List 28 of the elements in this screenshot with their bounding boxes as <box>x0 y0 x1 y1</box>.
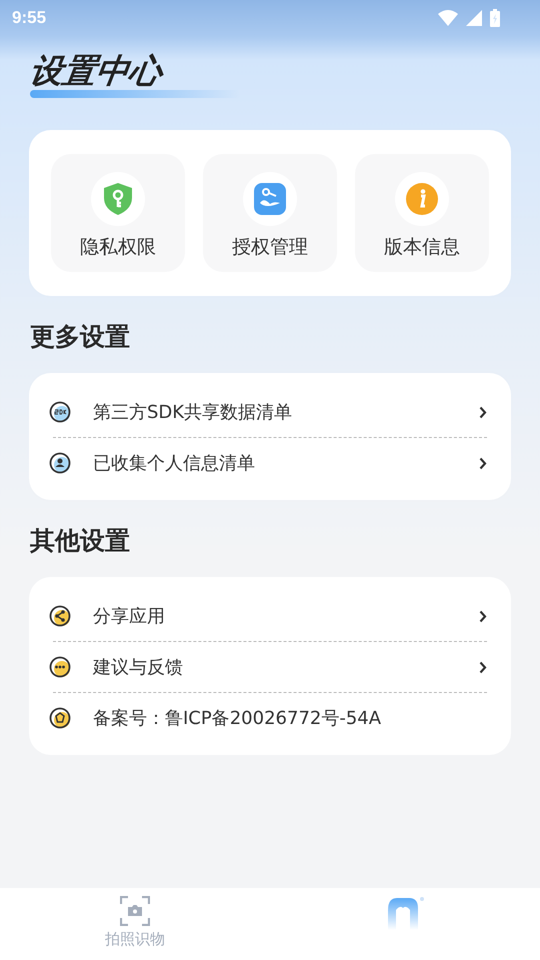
signal-icon <box>466 10 482 26</box>
chevron-icon <box>479 610 487 622</box>
clock: 9:55 <box>12 8 46 28</box>
list-item[interactable]: 分享应用 <box>49 591 487 641</box>
hand-key-icon <box>254 183 286 215</box>
battery-icon <box>490 9 500 27</box>
more-icon <box>49 656 71 678</box>
shortcut-tile[interactable]: 授权管理 <box>203 154 337 272</box>
badge-icon <box>49 707 71 729</box>
shortcut-tile[interactable]: 版本信息 <box>355 154 489 272</box>
shield-key-icon <box>104 183 132 215</box>
app-logo-icon <box>385 896 425 930</box>
chevron-icon <box>479 660 487 674</box>
list-item[interactable]: 第三方SDK共享数据清单 <box>49 387 487 437</box>
shortcut-tile[interactable]: 隐私权限 <box>51 154 185 272</box>
info-row: 备案号：鲁ICP备20026772号-54A <box>49 693 487 743</box>
chevron-icon <box>479 456 487 470</box>
info-icon <box>406 183 438 215</box>
share-icon <box>49 605 71 627</box>
section-heading: 更多设置 <box>30 321 131 353</box>
camera-scan-icon <box>120 896 150 926</box>
section-heading: 其他设置 <box>30 525 131 557</box>
list-item[interactable]: 建议与反馈 <box>49 642 487 692</box>
page-title: 设置中心 <box>28 54 164 87</box>
chevron-icon <box>479 406 487 418</box>
person-icon <box>49 452 71 474</box>
list-item[interactable]: 已收集个人信息清单 <box>49 438 487 488</box>
wifi-icon <box>438 10 458 26</box>
